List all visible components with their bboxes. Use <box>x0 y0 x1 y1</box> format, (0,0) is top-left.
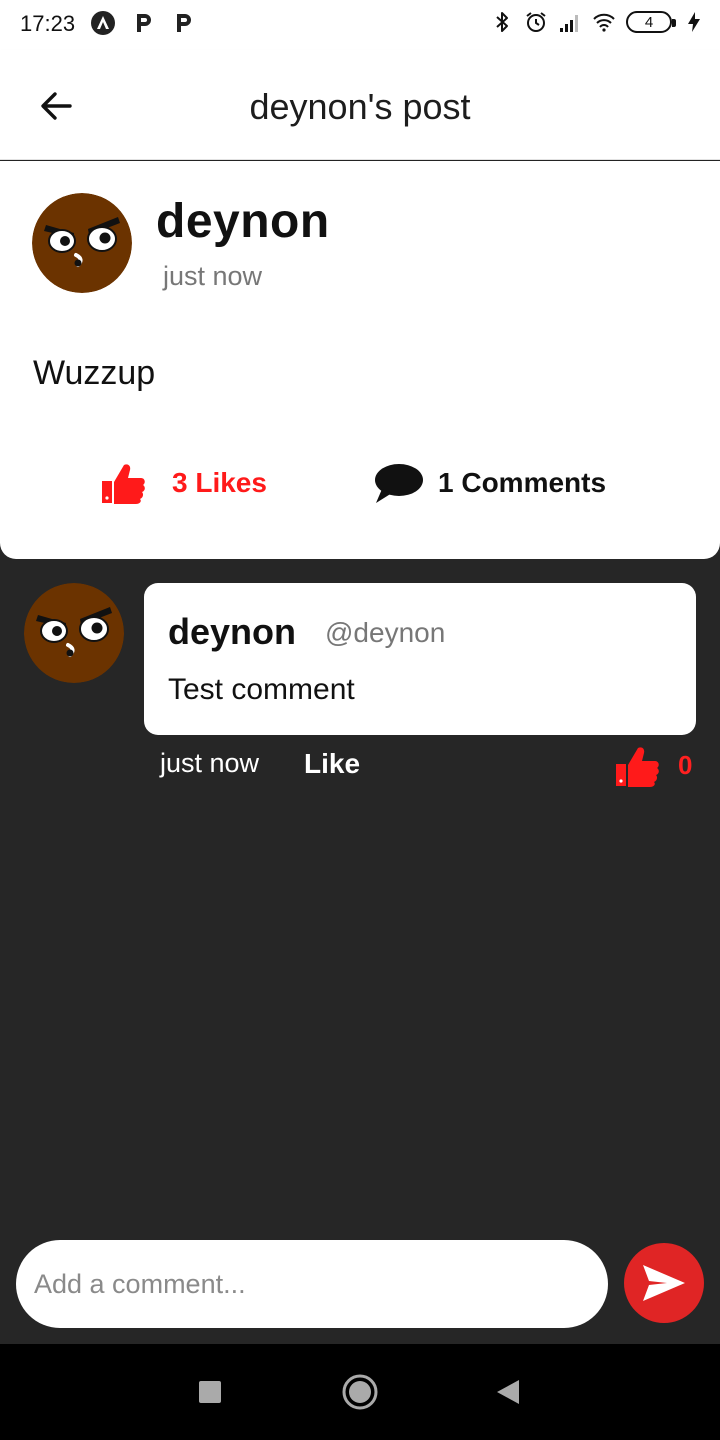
post-author[interactable]: deynon <box>156 194 330 249</box>
charging-icon <box>688 12 700 32</box>
wifi-icon <box>593 13 615 32</box>
avatar-face-icon <box>32 193 132 293</box>
post-timestamp: just now <box>163 261 263 291</box>
signal-icon <box>560 15 578 32</box>
bluetooth-icon <box>496 12 508 32</box>
avatar[interactable] <box>32 193 132 293</box>
thumbs-up-icon <box>102 464 145 504</box>
back-nav-button[interactable] <box>488 1372 528 1412</box>
post-card: deynon just now Wuzzup 3 Likes 1 Comment… <box>0 161 720 559</box>
comment-like-count: 0 <box>678 750 693 780</box>
post-body: Wuzzup <box>33 354 156 392</box>
comment-avatar[interactable] <box>24 583 124 683</box>
notification-icons <box>90 10 196 36</box>
comment-text: Test comment <box>168 673 355 706</box>
comment-input[interactable] <box>16 1240 608 1328</box>
alarm-icon <box>526 12 546 32</box>
comment-author[interactable]: deynon <box>168 611 296 653</box>
send-button[interactable] <box>624 1243 704 1323</box>
comment-bubble: deynon @deynon Test comment <box>144 583 696 735</box>
battery-level: 4 <box>644 13 654 31</box>
status-time: 17:23 <box>20 11 76 36</box>
thumbs-up-icon[interactable] <box>614 744 660 788</box>
comments-count: 1 Comments <box>438 467 607 498</box>
triangle-back-icon <box>497 1380 519 1404</box>
battery-tip <box>672 19 676 27</box>
square-icon <box>199 1381 221 1403</box>
circle-icon <box>342 1374 378 1410</box>
home-button[interactable] <box>340 1372 380 1412</box>
comment-like-button[interactable]: Like <box>304 748 360 780</box>
app-icon <box>91 11 115 35</box>
page-title: deynon's post <box>249 86 471 127</box>
status-right-icons: 4 <box>490 10 706 34</box>
battery-indicator: 4 <box>626 11 676 33</box>
avatar-face-icon <box>24 583 124 683</box>
parking-icon <box>137 14 151 32</box>
parking-icon <box>177 14 191 32</box>
app-bar: deynon's post <box>0 50 720 160</box>
send-icon <box>643 1265 685 1301</box>
comment-handle: @deynon <box>325 617 446 648</box>
like-button[interactable]: 3 Likes <box>100 461 267 505</box>
system-nav-bar <box>0 1344 720 1440</box>
speech-bubble-icon <box>375 464 423 503</box>
comment-timestamp: just now <box>160 748 260 778</box>
status-bar: 17:23 4 <box>0 0 720 50</box>
comments-button[interactable]: 1 Comments <box>372 461 606 505</box>
likes-count: 3 Likes <box>172 467 267 498</box>
recents-button[interactable] <box>190 1372 230 1412</box>
